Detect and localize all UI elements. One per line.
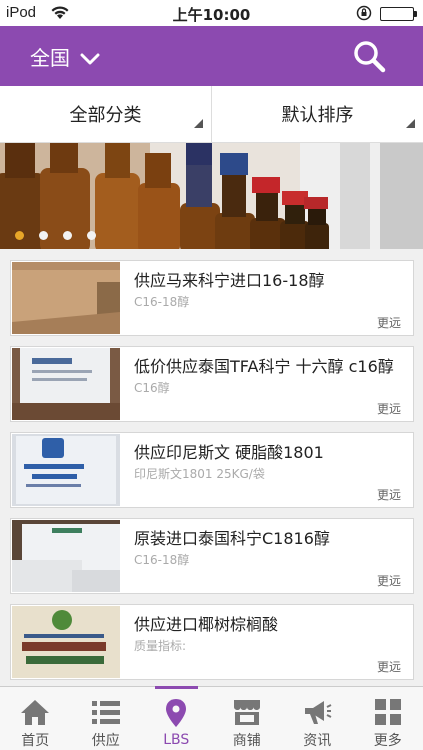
product-thumbnail: [12, 606, 120, 678]
carousel-dot[interactable]: [87, 231, 96, 240]
dropdown-triangle-icon: [194, 119, 203, 128]
tab-news[interactable]: 资讯: [282, 687, 353, 750]
carousel-indicators: [15, 231, 96, 240]
bottom-tab-bar: 首页 供应 LBS 商铺 资讯 更多: [0, 686, 423, 750]
megaphone-icon: [302, 698, 332, 726]
category-filter-label: 全部分类: [69, 105, 142, 126]
tab-label: 资讯: [303, 733, 332, 749]
region-selector[interactable]: 全国: [30, 42, 100, 71]
rotation-lock-icon: [356, 5, 372, 25]
carousel-dot[interactable]: [39, 231, 48, 240]
distance-label: 更远: [376, 574, 401, 588]
tab-lbs[interactable]: LBS: [141, 686, 212, 750]
category-filter[interactable]: 全部分类: [0, 86, 211, 142]
item-subtitle: C16醇: [134, 381, 170, 395]
item-title: 供应进口椰树棕榈酸: [134, 615, 279, 634]
home-icon: [20, 698, 50, 726]
item-title: 原装进口泰国科宁C1816醇: [134, 529, 330, 548]
search-icon: [351, 41, 387, 78]
dropdown-triangle-icon: [406, 119, 415, 128]
sort-filter-label: 默认排序: [281, 105, 354, 126]
product-thumbnail: [12, 262, 120, 334]
tab-more[interactable]: 更多: [353, 687, 423, 750]
tab-label: 更多: [373, 733, 402, 749]
product-thumbnail: [12, 348, 120, 420]
tab-supply[interactable]: 供应: [71, 687, 142, 750]
list-icon: [91, 698, 121, 726]
tab-home[interactable]: 首页: [0, 687, 71, 750]
product-thumbnail: [12, 520, 120, 592]
distance-label: 更远: [376, 402, 401, 416]
store-icon: [232, 698, 262, 726]
product-thumbnail: [12, 434, 120, 506]
item-title: 低价供应泰国TFA科宁 十六醇 c16醇: [134, 357, 394, 376]
search-button[interactable]: [351, 38, 387, 74]
item-subtitle: 质量指标:: [134, 639, 187, 653]
item-subtitle: 印尼斯文1801 25KG/袋: [134, 467, 265, 481]
tab-store[interactable]: 商铺: [212, 687, 283, 750]
list-item[interactable]: 低价供应泰国TFA科宁 十六醇 c16醇 C16醇 更远: [10, 346, 414, 422]
item-subtitle: C16-18醇: [134, 295, 190, 309]
item-subtitle: C16-18醇: [134, 553, 190, 567]
tab-label: 首页: [21, 733, 50, 749]
app-header: 全国: [0, 26, 423, 86]
tab-label: LBS: [163, 732, 190, 748]
chevron-down-icon: [80, 46, 100, 70]
region-label: 全国: [30, 46, 70, 70]
battery-icon: [380, 7, 417, 21]
list-item[interactable]: 原装进口泰国科宁C1816醇 C16-18醇 更远: [10, 518, 414, 594]
status-bar: iPod 上午10:00: [0, 0, 423, 26]
carousel-dot[interactable]: [63, 231, 72, 240]
sort-filter[interactable]: 默认排序: [211, 86, 423, 142]
list-item[interactable]: 供应进口椰树棕榈酸 质量指标: 更远: [10, 604, 414, 680]
tab-label: 供应: [91, 733, 120, 749]
grid-icon: [373, 698, 403, 726]
distance-label: 更远: [376, 488, 401, 502]
list-item[interactable]: 供应印尼斯文 硬脂酸1801 印尼斯文1801 25KG/袋 更远: [10, 432, 414, 508]
distance-label: 更远: [376, 316, 401, 330]
item-title: 供应马来科宁进口16-18醇: [134, 271, 325, 290]
tab-label: 商铺: [232, 733, 261, 749]
carousel-dot[interactable]: [15, 231, 24, 240]
item-title: 供应印尼斯文 硬脂酸1801: [134, 443, 324, 462]
list-item[interactable]: 供应马来科宁进口16-18醇 C16-18醇 更远: [10, 260, 414, 336]
filter-bar: 全部分类 默认排序: [0, 86, 423, 143]
product-list: 供应马来科宁进口16-18醇 C16-18醇 更远 低价供应泰国TFA科宁 十六…: [10, 260, 414, 690]
distance-label: 更远: [376, 660, 401, 674]
location-pin-icon: [161, 698, 191, 728]
